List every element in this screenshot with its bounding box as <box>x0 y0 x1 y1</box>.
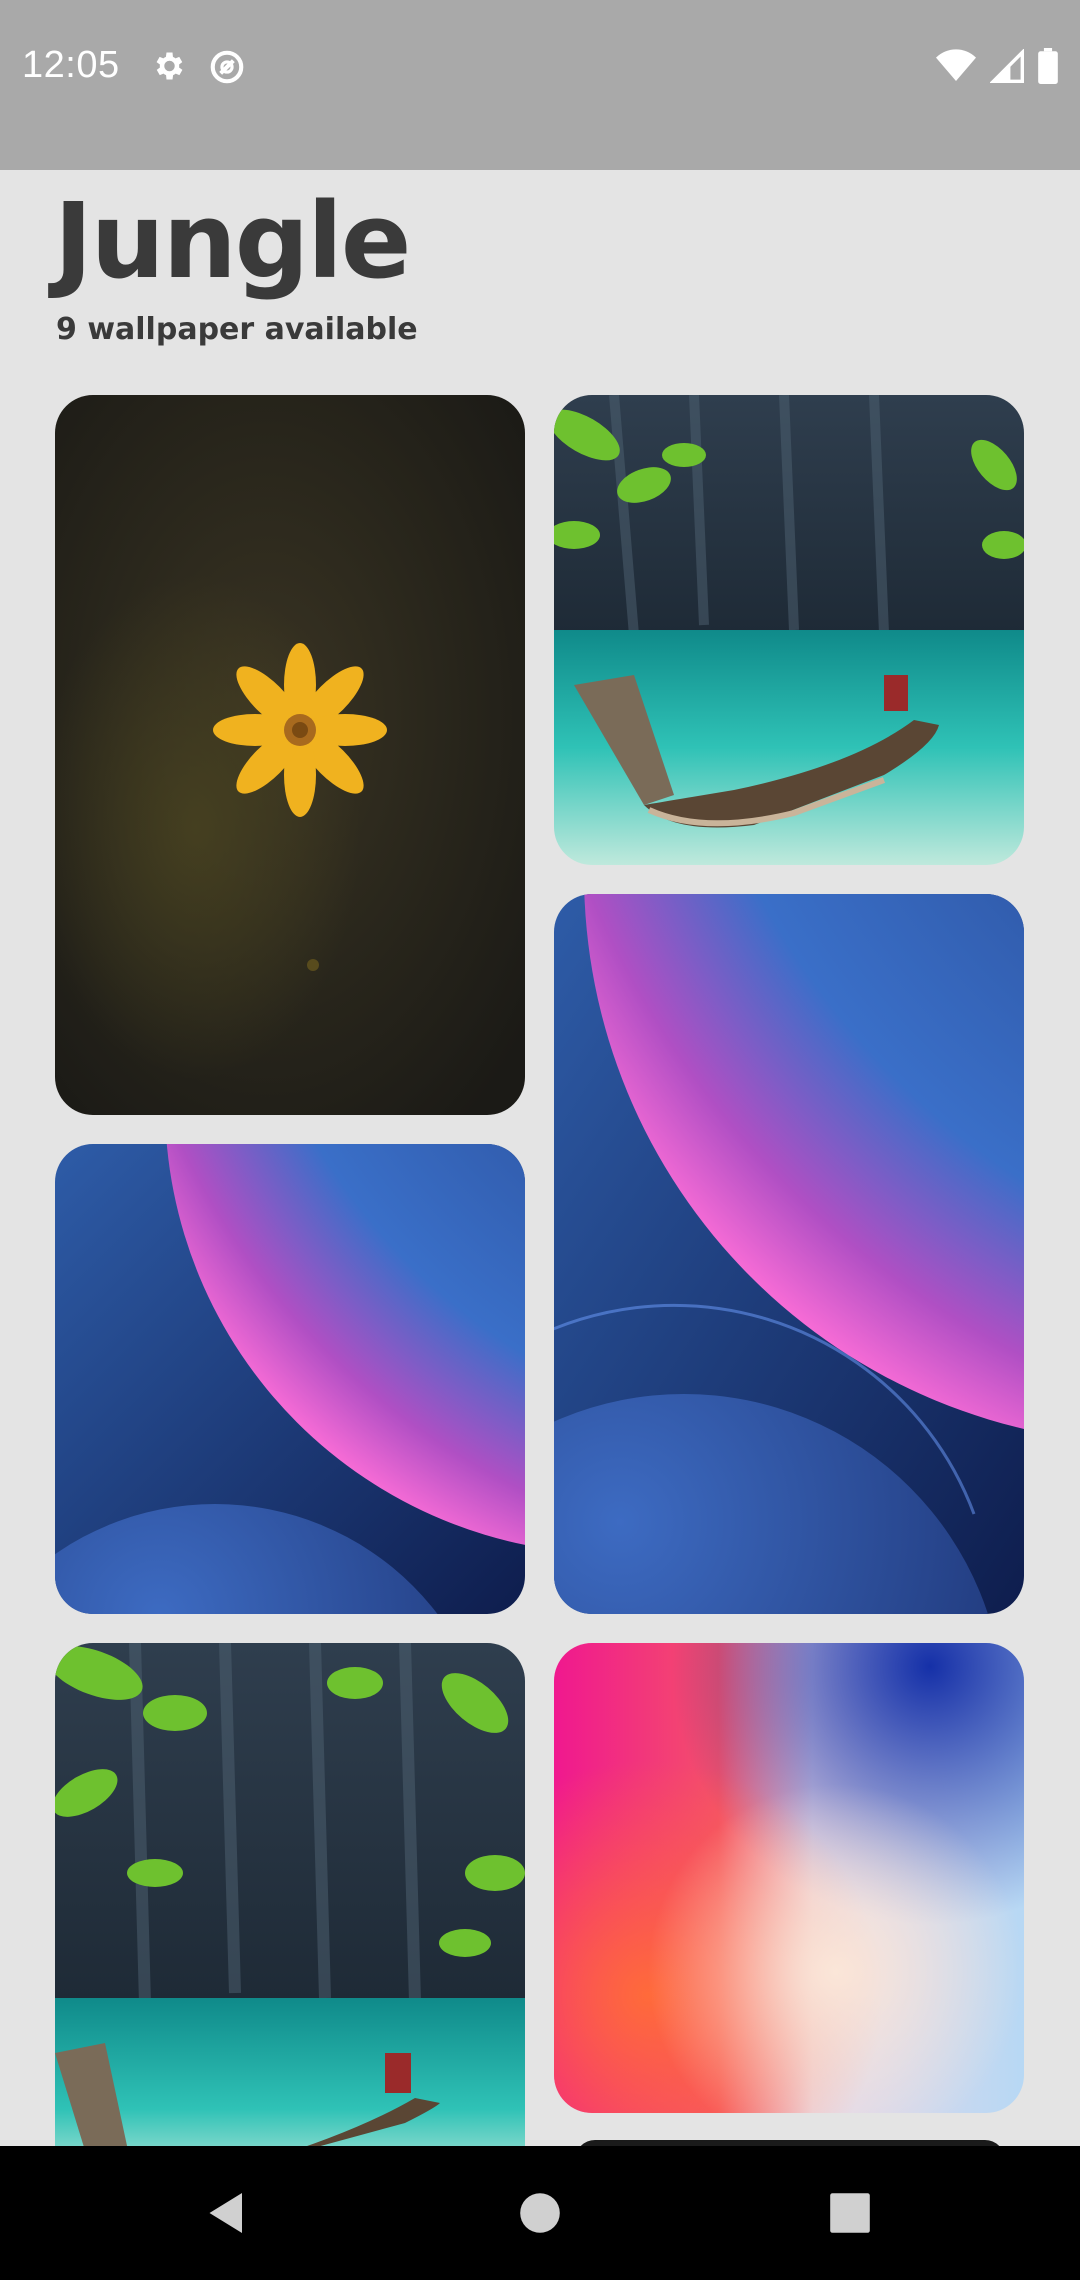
wallpaper-bubble-image <box>55 1144 525 1614</box>
wallpaper-flower-image <box>55 395 525 1115</box>
wallpaper-boat-image <box>55 1643 525 2183</box>
wallpaper-tile-flower[interactable] <box>55 395 525 1115</box>
gear-icon <box>150 48 186 91</box>
navigation-bar <box>0 2146 1080 2280</box>
home-icon <box>520 2193 560 2233</box>
wallpaper-tile-boat-2[interactable] <box>55 1643 525 2183</box>
signal-icon <box>989 48 1024 88</box>
status-bar: 12:05 <box>0 0 1080 170</box>
wallpaper-count: 9 wallpaper available <box>56 312 418 347</box>
battery-icon <box>1038 48 1058 89</box>
back-button[interactable] <box>194 2180 260 2246</box>
wifi-icon <box>936 49 976 88</box>
wallpaper-tile-gradient[interactable] <box>554 1643 1024 2113</box>
wallpaper-boat-image <box>554 395 1024 865</box>
wallpaper-tile-boat-1[interactable] <box>554 395 1024 865</box>
wallpaper-gradient-image <box>554 1643 1024 2113</box>
home-button[interactable] <box>507 2180 573 2246</box>
page-title: Jungle <box>54 180 411 302</box>
status-time: 12:05 <box>22 44 120 86</box>
wallpaper-tile-bubble-tall[interactable] <box>554 894 1024 1614</box>
recents-icon <box>830 2193 870 2233</box>
wallpaper-tile-bubble-square[interactable] <box>55 1144 525 1614</box>
wallpaper-bubble-image <box>554 894 1024 1614</box>
back-icon <box>209 2193 242 2233</box>
data-saver-icon <box>208 48 246 91</box>
recents-button[interactable] <box>817 2180 883 2246</box>
